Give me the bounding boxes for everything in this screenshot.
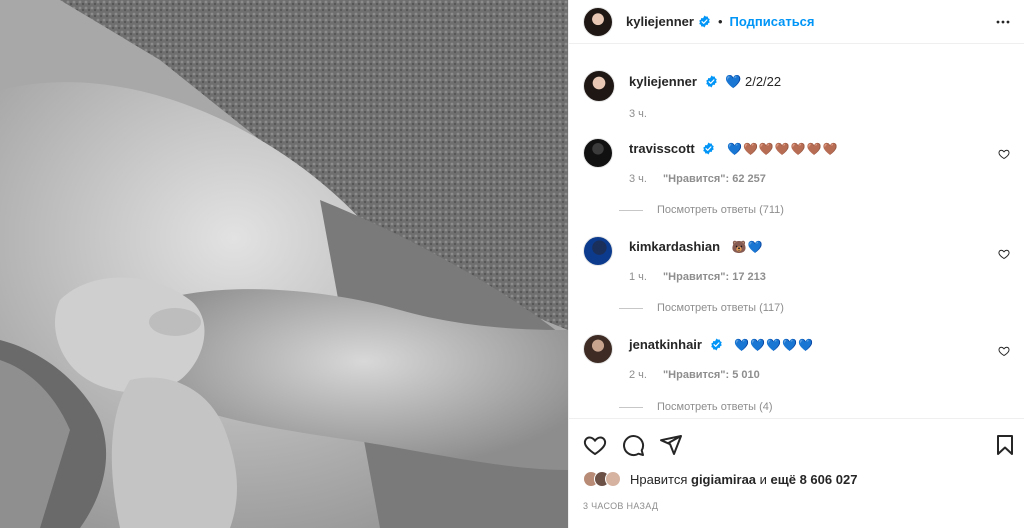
author-username[interactable]: kyliejenner (626, 14, 694, 29)
follow-button[interactable]: Подписаться (730, 14, 815, 29)
likes-user[interactable]: gigiamiraa (691, 472, 756, 487)
separator-dot: • (717, 14, 723, 29)
comment-time: 3 ч. (629, 173, 647, 185)
comment-like-heart-icon[interactable] (998, 248, 1010, 260)
view-replies-label: Посмотреть ответы (711) (657, 204, 784, 216)
bookmark-icon[interactable] (993, 433, 1017, 457)
view-replies-label: Посмотреть ответы (4) (657, 401, 773, 413)
post-photo (0, 0, 568, 528)
comment-likes[interactable]: "Нравится": 17 213 (663, 271, 766, 283)
comment: jenatkinhair 💙💙💙💙💙 2 ч. "Нравится": 5 01… (583, 334, 1023, 381)
replies-line (619, 406, 643, 408)
comment-username[interactable]: kimkardashian (629, 239, 720, 254)
comment-time: 1 ч. (629, 271, 647, 283)
verified-badge-icon (699, 15, 710, 28)
verified-badge-icon (710, 338, 722, 351)
verified-badge-icon (705, 75, 717, 88)
share-icon[interactable] (659, 433, 683, 457)
replies-line (619, 307, 643, 309)
more-horizontal-icon[interactable] (993, 12, 1013, 32)
caption-text: 💙 2/2/22 (725, 74, 782, 89)
comment-like-heart-icon[interactable] (998, 148, 1010, 160)
comment-avatar[interactable] (583, 236, 613, 266)
caption-time: 3 ч. (629, 108, 647, 120)
verified-badge-icon (703, 142, 715, 155)
comment-likes[interactable]: "Нравится": 62 257 (663, 173, 766, 185)
comment-text: 🐻💙 (731, 240, 764, 254)
view-replies-button[interactable]: Посмотреть ответы (117) (619, 302, 784, 314)
comment-username[interactable]: travisscott (629, 141, 695, 156)
post-date: 3 ЧАСОВ НАЗАД (583, 501, 659, 511)
comment-likes[interactable]: "Нравится": 5 010 (663, 369, 760, 381)
comment-like-heart-icon[interactable] (998, 345, 1010, 357)
likes-prefix: Нравится (630, 471, 688, 487)
likes-summary[interactable]: Нравится gigiamiraa и ещё 8 606 027 (583, 471, 857, 487)
comment-avatar[interactable] (583, 138, 613, 168)
post-header: kyliejenner • Подписаться (569, 0, 1024, 44)
likes-mid: и (759, 471, 767, 487)
view-replies-label: Посмотреть ответы (117) (657, 302, 784, 314)
author-avatar[interactable] (583, 6, 613, 37)
comment-text: 💙🤎🤎🤎🤎🤎🤎 (727, 142, 839, 156)
likes-count[interactable]: ещё 8 606 027 (771, 472, 858, 487)
comment: kimkardashian 🐻💙 1 ч. "Нравится": 17 213 (583, 236, 1023, 283)
post-sidebar: kyliejenner • Подписаться kyliejenner 💙 … (568, 0, 1024, 528)
caption-avatar[interactable] (583, 70, 615, 102)
view-replies-button[interactable]: Посмотреть ответы (4) (619, 401, 773, 413)
comment-time: 2 ч. (629, 369, 647, 381)
comment: travisscott 💙🤎🤎🤎🤎🤎🤎 3 ч. "Нравится": 62 … (583, 138, 1023, 185)
caption-username[interactable]: kyliejenner (629, 74, 697, 89)
baby-hand-photo (0, 0, 568, 528)
comment-text: 💙💙💙💙💙 (734, 338, 814, 352)
comment-icon[interactable] (621, 433, 645, 457)
comment-username[interactable]: jenatkinhair (629, 337, 702, 352)
post-actions: Нравится gigiamiraa и ещё 8 606 027 3 ЧА… (569, 418, 1024, 528)
post-caption: kyliejenner 💙 2/2/22 3 ч. (583, 70, 781, 120)
liker-avatar (605, 471, 621, 487)
replies-line (619, 209, 643, 211)
view-replies-button[interactable]: Посмотреть ответы (711) (619, 204, 784, 216)
comment-avatar[interactable] (583, 334, 613, 364)
heart-icon[interactable] (583, 433, 607, 457)
